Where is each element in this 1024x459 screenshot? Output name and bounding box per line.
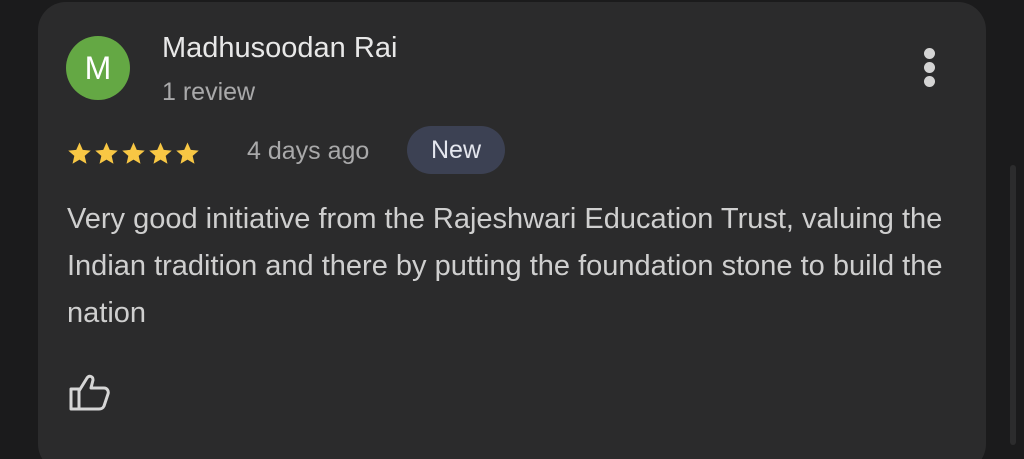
review-card: M Madhusoodan Rai 1 review 4 days ago Ne… — [38, 2, 986, 459]
star-icon — [174, 140, 201, 167]
author-name[interactable]: Madhusoodan Rai — [162, 30, 397, 66]
more-vert-icon — [924, 48, 935, 59]
thumb-up-icon — [69, 374, 110, 411]
avatar[interactable]: M — [66, 36, 130, 100]
like-button[interactable] — [68, 370, 112, 414]
review-text: Very good initiative from the Rajeshwari… — [67, 203, 943, 329]
review-time: 4 days ago — [247, 137, 370, 165]
more-options-button[interactable] — [914, 42, 944, 92]
review-screen: M Madhusoodan Rai 1 review 4 days ago Ne… — [0, 0, 1024, 459]
review-count: 1 review — [162, 78, 256, 106]
star-rating — [66, 136, 201, 170]
new-badge: New — [407, 126, 505, 174]
star-icon — [66, 140, 93, 167]
star-icon — [147, 140, 174, 167]
star-icon — [120, 140, 147, 167]
star-icon — [93, 140, 120, 167]
scrollbar[interactable] — [1010, 165, 1016, 445]
